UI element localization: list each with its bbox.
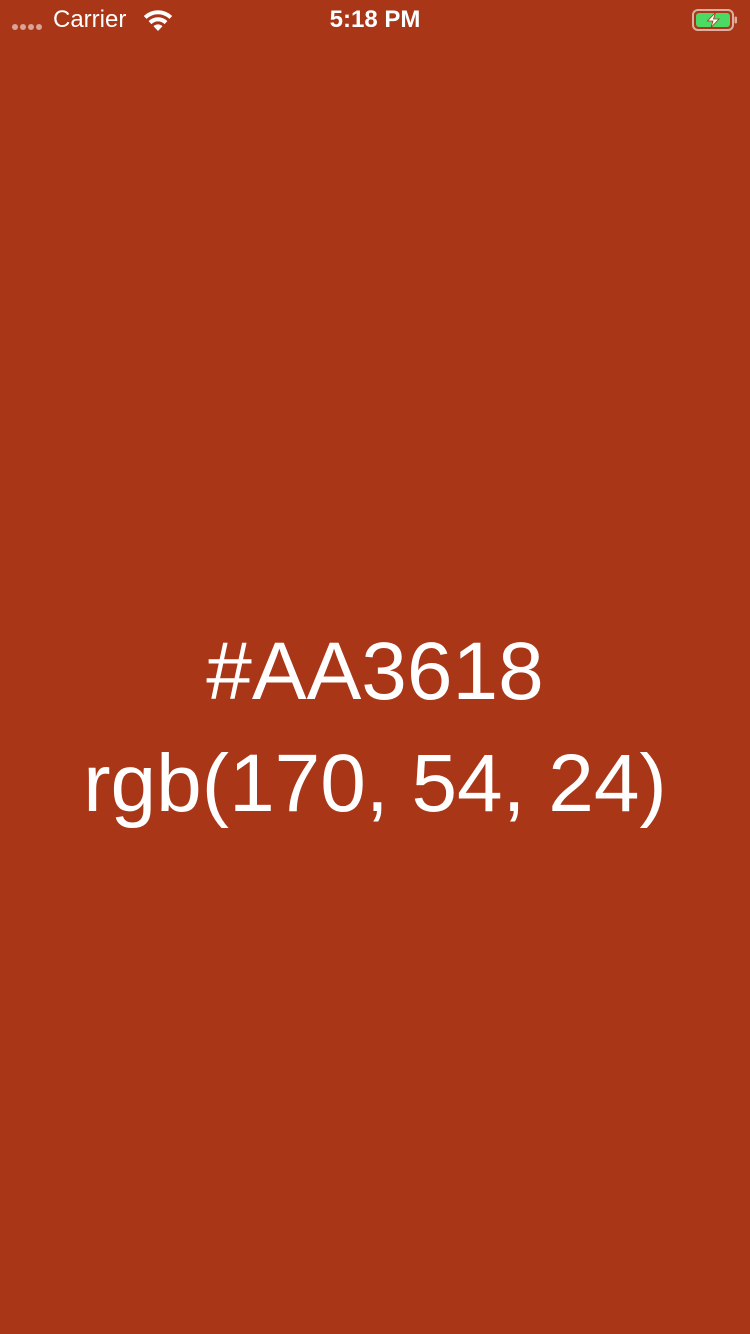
color-readout: #AA3618 rgb(170, 54, 24)	[0, 622, 750, 834]
hex-color-label: #AA3618	[206, 626, 544, 717]
battery-charging-icon	[692, 9, 737, 31]
clock-time: 5:18 PM	[329, 6, 421, 33]
status-bar: Carrier 5:18 PM	[0, 0, 750, 40]
rgb-color-label: rgb(170, 54, 24)	[83, 738, 667, 829]
